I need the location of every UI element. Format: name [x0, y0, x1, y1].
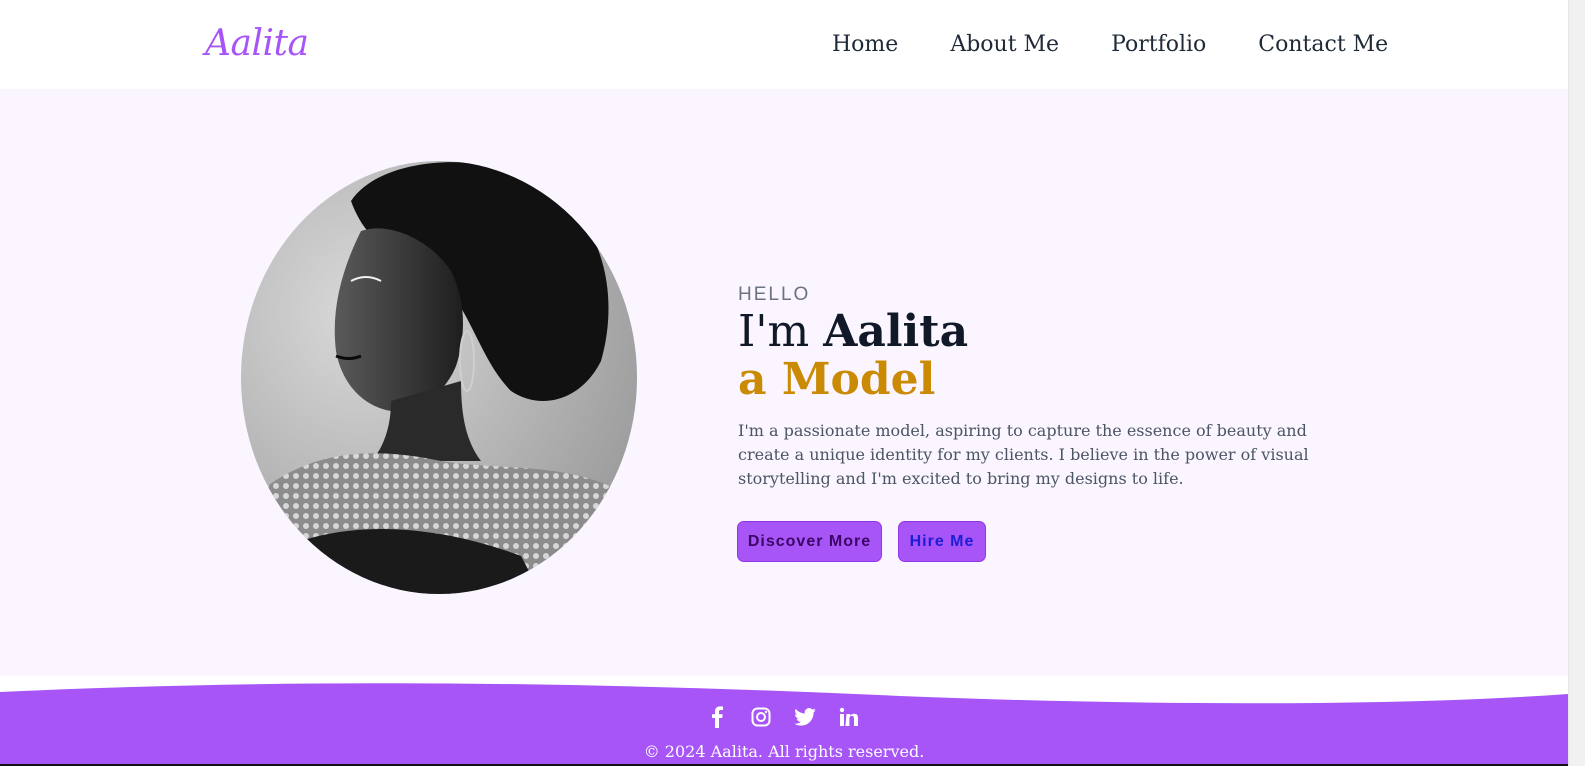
facebook-icon[interactable]: [703, 703, 731, 731]
hero-section: HELLO I'm Aalita a Model I'm a passionat…: [0, 89, 1568, 676]
site-footer: © 2024 Aalita. All rights reserved.: [0, 676, 1568, 766]
social-links: [703, 703, 863, 731]
hire-me-button[interactable]: Hire Me: [898, 521, 986, 562]
copyright-text: © 2024 Aalita. All rights reserved.: [643, 742, 925, 761]
nav-item-home[interactable]: Home: [832, 28, 898, 62]
hero-description: I'm a passionate model, aspiring to capt…: [738, 421, 1309, 488]
hero-headline: I'm Aalita: [738, 307, 968, 357]
page: Aalita Home About Me Portfolio Contact M…: [0, 0, 1568, 766]
hero-greeting: HELLO: [738, 284, 811, 305]
hero-name: Aalita: [823, 306, 969, 357]
logo[interactable]: Aalita: [205, 18, 309, 70]
main-nav: Home About Me Portfolio Contact Me: [832, 28, 1388, 62]
discover-more-button[interactable]: Discover More: [737, 521, 882, 562]
twitter-icon[interactable]: [791, 703, 819, 731]
vertical-scrollbar[interactable]: [1568, 0, 1585, 766]
hero-intro: I'm: [738, 306, 824, 357]
nav-item-about-me[interactable]: About Me: [950, 28, 1059, 62]
linkedin-icon[interactable]: [835, 703, 863, 731]
nav-item-portfolio[interactable]: Portfolio: [1111, 28, 1206, 62]
nav-item-contact-me[interactable]: Contact Me: [1258, 28, 1388, 62]
portrait-photo: [241, 161, 637, 594]
instagram-icon[interactable]: [747, 703, 775, 731]
hero-role: a Model: [738, 354, 936, 405]
site-header: Aalita Home About Me Portfolio Contact M…: [0, 0, 1568, 89]
